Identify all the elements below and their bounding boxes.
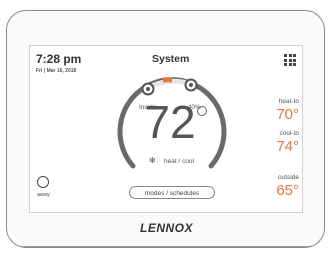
indoor-temperature: 72 — [144, 96, 196, 148]
heat-setpoint-label: heat-to — [278, 98, 299, 105]
away-label[interactable]: away — [37, 192, 50, 198]
away-icon[interactable] — [37, 176, 49, 188]
heat-setpoint-value[interactable]: 70° — [259, 106, 299, 123]
outside-label: outside — [278, 174, 299, 181]
thermostat-screen: 7:28 pm Fri | Mar 16, 2018 System Inside… — [29, 45, 303, 213]
fan-icon: ✻ — [149, 156, 156, 165]
system-mode: heat / cool — [164, 158, 194, 165]
outside-temperature: 65° — [276, 182, 299, 199]
degree-symbol — [197, 106, 207, 116]
cool-setpoint-value[interactable]: 74° — [259, 138, 299, 155]
brand-logo: LENNOX — [140, 221, 194, 235]
modes-schedules-button[interactable]: modes / schedules — [129, 186, 215, 199]
cool-setpoint-label: cool-to — [279, 130, 299, 137]
device-edge — [11, 236, 320, 247]
